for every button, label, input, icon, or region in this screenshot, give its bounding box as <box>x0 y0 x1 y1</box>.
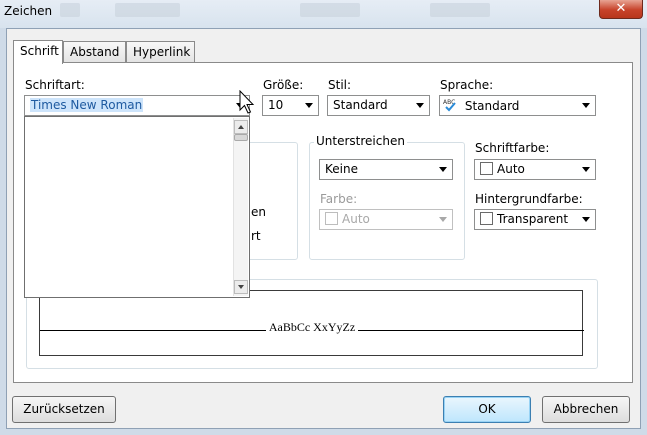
underline-value: Keine <box>325 162 358 176</box>
preview-sample: AaBbCc XxYyZz <box>265 320 359 334</box>
chevron-down-icon[interactable] <box>582 217 590 222</box>
size-combobox[interactable]: 10 <box>262 95 319 116</box>
tab-hyperlink[interactable]: Hyperlink <box>126 41 195 63</box>
chevron-down-icon[interactable] <box>582 103 590 108</box>
background-window-fragment <box>60 3 80 17</box>
dropdown-scrollbar[interactable] <box>233 118 248 296</box>
effects-option-fragment[interactable]: en <box>251 205 266 219</box>
window-title: Zeichen <box>4 4 53 18</box>
language-label: Sprache: <box>440 78 494 92</box>
font-label: Schriftart: <box>25 78 85 92</box>
size-label: Größe: <box>263 78 304 92</box>
mouse-cursor-icon <box>239 90 255 114</box>
scrollbar-thumb[interactable] <box>234 134 248 141</box>
color-swatch <box>325 212 338 225</box>
scroll-up-icon[interactable] <box>234 120 248 134</box>
chevron-down-icon[interactable] <box>582 167 590 172</box>
chevron-down-icon[interactable] <box>439 167 447 172</box>
chevron-down-icon[interactable] <box>305 103 313 108</box>
effects-option-fragment[interactable]: rt <box>251 229 261 243</box>
scroll-down-icon[interactable] <box>234 280 248 294</box>
title-bar <box>0 0 647 28</box>
chevron-down-icon[interactable] <box>416 103 424 108</box>
preview-text: AaBbCc XxYyZz <box>40 320 584 335</box>
close-button[interactable]: ✕ <box>599 0 643 19</box>
language-combobox[interactable]: ABC Standard <box>439 95 596 116</box>
underline-group-label: Unterstreichen <box>314 134 407 148</box>
font-color-value: Auto <box>497 162 525 176</box>
style-value: Standard <box>333 98 388 112</box>
underline-combobox[interactable]: Keine <box>319 159 453 180</box>
font-dropdown-list[interactable] <box>24 116 250 298</box>
size-value: 10 <box>268 98 284 112</box>
style-combobox[interactable]: Standard <box>327 95 430 116</box>
close-icon: ✕ <box>615 1 627 16</box>
font-color-combobox[interactable]: Auto <box>474 159 596 180</box>
color-swatch <box>480 212 493 225</box>
background-window-fragment <box>430 3 490 17</box>
font-combobox[interactable]: Times New Roman <box>24 95 250 116</box>
tab-abstand[interactable]: Abstand <box>63 41 126 63</box>
background-color-combobox[interactable]: Transparent <box>474 209 596 230</box>
cancel-button[interactable]: Abbrechen <box>542 396 630 423</box>
font-value: Times New Roman <box>30 98 144 112</box>
language-value: Standard <box>464 99 520 113</box>
chevron-down-icon <box>439 217 447 222</box>
underline-color-label: Farbe: <box>320 192 358 206</box>
ok-button[interactable]: OK <box>443 396 531 423</box>
tab-schrift[interactable]: Schrift <box>13 40 63 64</box>
background-window-fragment <box>115 3 180 17</box>
spellcheck-icon: ABC <box>443 99 456 112</box>
preview-box: AaBbCc XxYyZz <box>39 290 584 356</box>
style-label: Stil: <box>328 78 352 92</box>
underline-color-combobox: Auto <box>319 209 453 230</box>
background-window-fragment <box>300 3 360 17</box>
background-color-label: Hintergrundfarbe: <box>475 192 583 206</box>
background-color-value: Transparent <box>497 212 569 226</box>
reset-button[interactable]: Zurücksetzen <box>12 396 116 423</box>
underline-color-value: Auto <box>342 212 370 226</box>
color-swatch <box>480 162 493 175</box>
font-color-label: Schriftfarbe: <box>475 141 550 155</box>
